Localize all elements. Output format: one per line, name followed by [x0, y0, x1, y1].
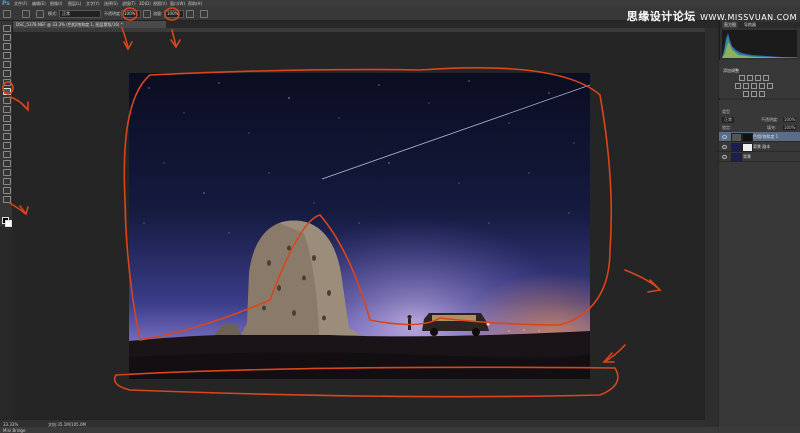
pressure-size-icon[interactable]	[200, 10, 208, 18]
marquee-tool-icon[interactable]	[3, 34, 11, 41]
path-select-tool-icon[interactable]	[3, 169, 11, 176]
dodge-tool-icon[interactable]	[3, 142, 11, 149]
layer-opacity-label: 不透明度:	[761, 117, 779, 122]
fill-input[interactable]: 100%	[783, 125, 797, 130]
brush-tool-icon[interactable]	[3, 88, 11, 95]
layer-name: 色相/饱和度 1	[753, 134, 779, 139]
opacity-label: 不透明度:	[104, 11, 122, 16]
fill-label: 填充:	[767, 125, 777, 130]
menu-3d[interactable]: 3D(D)	[139, 1, 151, 6]
shape-tool-icon[interactable]	[3, 178, 11, 185]
mode-select[interactable]: 正常	[59, 10, 101, 18]
opacity-input[interactable]: 100%	[121, 10, 141, 18]
zoom-tool-icon[interactable]	[3, 196, 11, 203]
pen-tool-icon[interactable]	[3, 151, 11, 158]
type-tool-icon[interactable]	[3, 160, 11, 167]
crop-tool-icon[interactable]	[3, 61, 11, 68]
curves-icon[interactable]	[755, 75, 761, 81]
layer-mask-thumb	[742, 143, 753, 152]
histogram-graph	[722, 33, 797, 58]
hand-tool-icon[interactable]	[3, 187, 11, 194]
blur-tool-icon[interactable]	[3, 133, 11, 140]
pressure-opacity-icon[interactable]	[143, 10, 151, 18]
brush-size-icon[interactable]	[22, 10, 30, 18]
layer-opacity-input[interactable]: 100%	[783, 117, 797, 122]
exposure-icon[interactable]	[763, 75, 769, 81]
tools-panel	[0, 21, 13, 227]
vibrance-icon[interactable]	[735, 83, 741, 89]
brightness-contrast-icon[interactable]	[739, 75, 745, 81]
layer-row[interactable]: 背景	[719, 152, 800, 162]
blend-mode-select[interactable]: 正常	[722, 117, 734, 123]
menu-bar: Ps 文件(F) 编辑(E) 图像(I) 图层(L) 文字(Y) 选择(S) 滤…	[0, 0, 800, 7]
color-balance-icon[interactable]	[751, 83, 757, 89]
document-tab[interactable]: DSC_5378.NEF @ 33.3% (色相/饱和度 1, 图层蒙版/16)…	[13, 21, 166, 28]
ruler	[13, 28, 718, 32]
mode-label: 模式:	[48, 11, 58, 16]
layer-name: 背景	[743, 154, 751, 159]
lasso-tool-icon[interactable]	[3, 43, 11, 50]
flow-label: 流量:	[153, 11, 163, 16]
layer-row[interactable]: 色相/饱和度 1	[719, 132, 800, 142]
hue-saturation-icon[interactable]	[743, 83, 749, 89]
histogram-display	[722, 30, 797, 58]
bottom-bar: Mini Bridge	[0, 427, 800, 433]
tab-navigator[interactable]: 导航器	[742, 22, 758, 28]
posterize-icon[interactable]	[751, 91, 757, 97]
eye-icon[interactable]	[722, 145, 727, 149]
eye-icon[interactable]	[722, 135, 727, 139]
healing-tool-icon[interactable]	[3, 79, 11, 86]
layer-mask-thumb	[742, 133, 753, 142]
history-brush-tool-icon[interactable]	[3, 106, 11, 113]
photoshop-logo: Ps	[2, 0, 10, 7]
canvas-image[interactable]	[129, 73, 590, 379]
brush-preset-icon[interactable]	[3, 10, 11, 18]
mini-bridge-tab[interactable]: Mini Bridge	[3, 428, 26, 433]
invert-icon[interactable]	[743, 91, 749, 97]
brush-panel-icon[interactable]	[36, 10, 44, 18]
kind-filter[interactable]: 类型	[722, 109, 730, 115]
levels-icon[interactable]	[747, 75, 753, 81]
adjustment-layer-thumb	[731, 133, 742, 142]
layer-row[interactable]: 背景 副本	[719, 142, 800, 152]
black-white-icon[interactable]	[759, 83, 765, 89]
panel-dock-strip	[705, 28, 718, 426]
eye-icon[interactable]	[722, 155, 727, 159]
night-desert-photo	[129, 73, 590, 379]
clone-stamp-tool-icon[interactable]	[3, 97, 11, 104]
layer-name: 背景 副本	[753, 144, 771, 149]
gradient-tool-icon[interactable]	[3, 124, 11, 131]
tab-histogram[interactable]: 直方图	[722, 22, 738, 28]
quick-select-tool-icon[interactable]	[3, 52, 11, 59]
adjustments-panel: 添加调整	[719, 60, 800, 98]
layers-panel: 类型 正常 不透明度: 100% 锁定: 填充: 100% 色相/饱和度 1 背…	[719, 100, 800, 427]
flow-input[interactable]: 100%	[164, 10, 184, 18]
layer-thumb	[731, 143, 742, 152]
photo-filter-icon[interactable]	[767, 83, 773, 89]
layer-thumb	[731, 153, 742, 162]
watermark-main: 思缘设计论坛	[626, 10, 696, 23]
move-tool-icon[interactable]	[3, 25, 11, 32]
gradient-map-icon[interactable]	[759, 91, 765, 97]
background-color-icon[interactable]	[5, 220, 12, 227]
eraser-tool-icon[interactable]	[3, 115, 11, 122]
adjustments-title: 添加调整	[723, 68, 739, 73]
eyedropper-tool-icon[interactable]	[3, 70, 11, 77]
lock-label: 锁定:	[722, 125, 732, 130]
airbrush-icon[interactable]	[186, 10, 194, 18]
